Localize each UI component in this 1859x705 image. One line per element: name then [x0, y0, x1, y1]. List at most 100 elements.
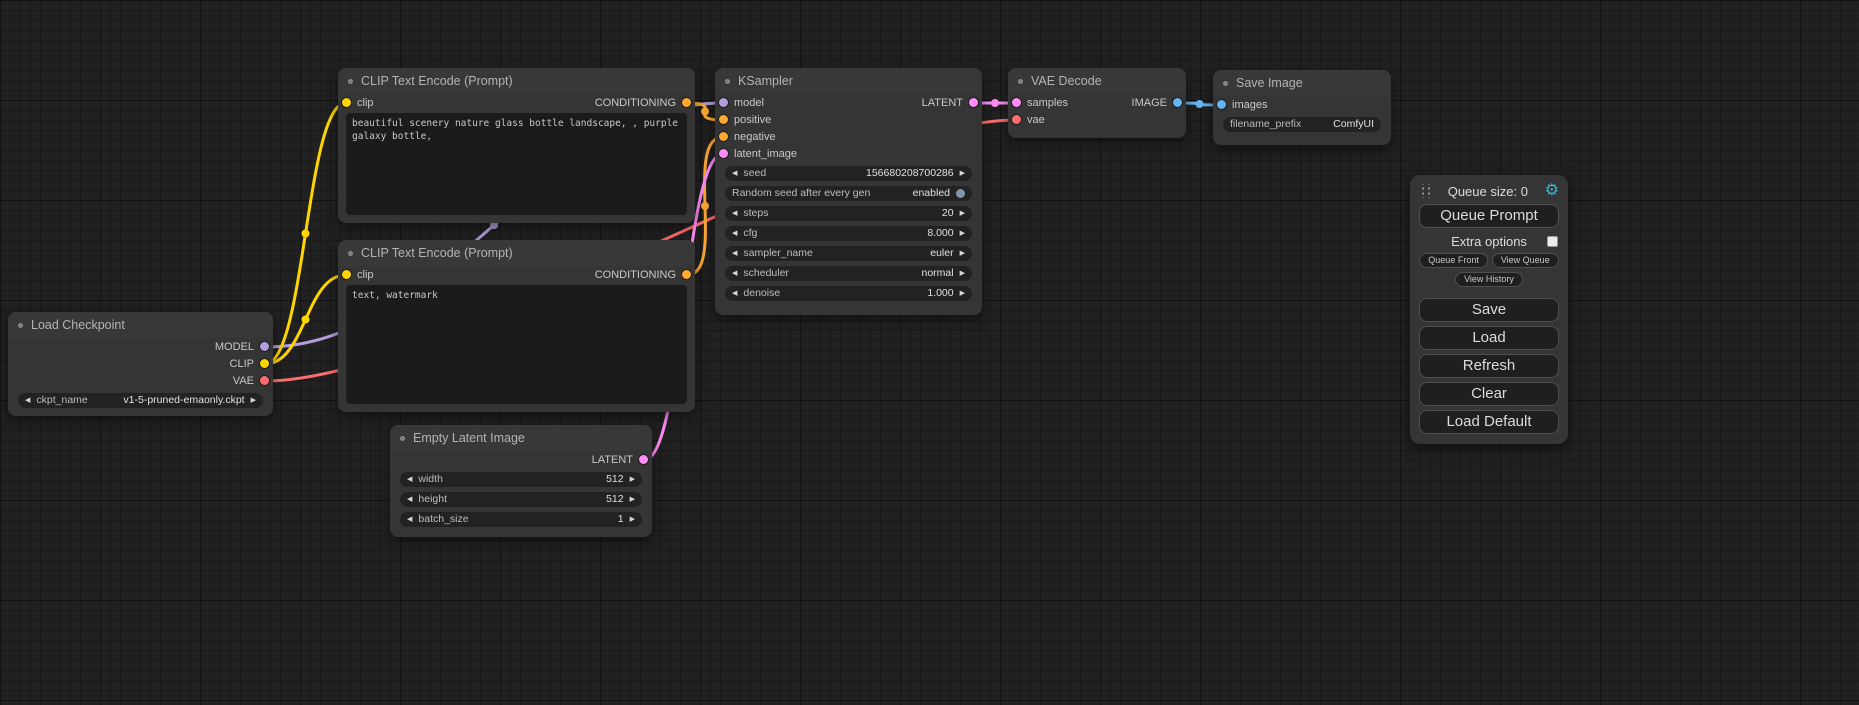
- decrement-arrow-icon[interactable]: ◀: [732, 206, 737, 221]
- clip-output-port[interactable]: [260, 359, 269, 368]
- width-widget[interactable]: ◀ width 512 ▶: [400, 472, 642, 487]
- increment-arrow-icon[interactable]: ▶: [630, 492, 635, 507]
- load-default-button[interactable]: Load Default: [1419, 410, 1559, 434]
- node-titlebar[interactable]: KSampler: [715, 68, 982, 94]
- conditioning-output-port[interactable]: [682, 270, 691, 279]
- decrement-arrow-icon[interactable]: ◀: [407, 512, 412, 527]
- link-wire[interactable]: [265, 275, 346, 364]
- extra-options-checkbox[interactable]: [1547, 236, 1558, 247]
- clear-button[interactable]: Clear: [1419, 382, 1559, 406]
- widget-value: 512: [606, 492, 624, 507]
- node-titlebar[interactable]: VAE Decode: [1008, 68, 1186, 94]
- settings-gear-icon[interactable]: ⚙: [1545, 183, 1559, 199]
- node-clip-text-encode-negative[interactable]: CLIP Text Encode (Prompt) clip CONDITION…: [338, 240, 695, 412]
- refresh-button[interactable]: Refresh: [1419, 354, 1559, 378]
- cfg-widget[interactable]: ◀ cfg 8.000 ▶: [725, 226, 972, 241]
- node-load-checkpoint[interactable]: Load Checkpoint MODEL CLIP VAE ◀ ckpt_na…: [8, 312, 273, 416]
- increment-arrow-icon[interactable]: ▶: [960, 286, 965, 301]
- collapse-dot-icon[interactable]: [1018, 79, 1023, 84]
- increment-arrow-icon[interactable]: ▶: [960, 246, 965, 261]
- widget-label: height: [418, 492, 447, 507]
- increment-arrow-icon[interactable]: ▶: [630, 472, 635, 487]
- steps-widget[interactable]: ◀ steps 20 ▶: [725, 206, 972, 221]
- collapse-dot-icon[interactable]: [400, 436, 405, 441]
- node-titlebar[interactable]: Load Checkpoint: [8, 312, 273, 338]
- node-titlebar[interactable]: CLIP Text Encode (Prompt): [338, 68, 695, 94]
- increment-arrow-icon[interactable]: ▶: [960, 226, 965, 241]
- latent-output-port[interactable]: [639, 455, 648, 464]
- batch-size-widget[interactable]: ◀ batch_size 1 ▶: [400, 512, 642, 527]
- decrement-arrow-icon[interactable]: ◀: [732, 166, 737, 181]
- positive-input-port[interactable]: [719, 115, 728, 124]
- denoise-widget[interactable]: ◀ denoise 1.000 ▶: [725, 286, 972, 301]
- seed-widget[interactable]: ◀ seed 156680208700286 ▶: [725, 166, 972, 181]
- decrement-arrow-icon[interactable]: ◀: [407, 492, 412, 507]
- clip-input-port[interactable]: [342, 270, 351, 279]
- decrement-arrow-icon[interactable]: ◀: [732, 266, 737, 281]
- port-label: images: [1232, 99, 1267, 111]
- model-output-port[interactable]: [260, 342, 269, 351]
- latent-output-port[interactable]: [969, 98, 978, 107]
- conditioning-output-port[interactable]: [682, 98, 691, 107]
- drag-handle-icon[interactable]: [1419, 184, 1431, 198]
- vae-input-port[interactable]: [1012, 115, 1021, 124]
- widget-value: enabled: [913, 186, 950, 201]
- increment-arrow-icon[interactable]: ▶: [960, 206, 965, 221]
- node-ksampler[interactable]: KSampler model LATENT positive negative …: [715, 68, 982, 315]
- node-graph-canvas[interactable]: Load Checkpoint MODEL CLIP VAE ◀ ckpt_na…: [0, 0, 1859, 705]
- collapse-dot-icon[interactable]: [348, 79, 353, 84]
- decrement-arrow-icon[interactable]: ◀: [732, 286, 737, 301]
- decrement-arrow-icon[interactable]: ◀: [25, 393, 30, 408]
- toggle-indicator-icon[interactable]: [956, 189, 965, 198]
- node-vae-decode[interactable]: VAE Decode samples IMAGE vae: [1008, 68, 1186, 138]
- load-button[interactable]: Load: [1419, 326, 1559, 350]
- decrement-arrow-icon[interactable]: ◀: [732, 226, 737, 241]
- random-seed-toggle-widget[interactable]: Random seed after every gen enabled: [725, 186, 972, 201]
- node-titlebar[interactable]: Save Image: [1213, 70, 1391, 96]
- height-widget[interactable]: ◀ height 512 ▶: [400, 492, 642, 507]
- queue-prompt-button[interactable]: Queue Prompt: [1419, 204, 1559, 228]
- negative-input-port[interactable]: [719, 132, 728, 141]
- decrement-arrow-icon[interactable]: ◀: [407, 472, 412, 487]
- collapse-dot-icon[interactable]: [1223, 81, 1228, 86]
- filename-prefix-widget[interactable]: filename_prefix ComfyUI: [1223, 117, 1381, 132]
- increment-arrow-icon[interactable]: ▶: [960, 266, 965, 281]
- images-input-port[interactable]: [1217, 100, 1226, 109]
- ckpt-name-widget[interactable]: ◀ ckpt_name v1-5-pruned-emaonly.ckpt ▶: [18, 393, 263, 408]
- decrement-arrow-icon[interactable]: ◀: [732, 246, 737, 261]
- save-button[interactable]: Save: [1419, 298, 1559, 322]
- increment-arrow-icon[interactable]: ▶: [630, 512, 635, 527]
- node-clip-text-encode-positive[interactable]: CLIP Text Encode (Prompt) clip CONDITION…: [338, 68, 695, 223]
- view-history-button[interactable]: View History: [1455, 272, 1523, 287]
- link-midpoint-dot[interactable]: [302, 315, 310, 323]
- queue-front-button[interactable]: Queue Front: [1419, 253, 1488, 268]
- widget-value: euler: [930, 246, 953, 261]
- widget-value: 1.000: [927, 286, 953, 301]
- clip-input-port[interactable]: [342, 98, 351, 107]
- link-midpoint-dot[interactable]: [1196, 100, 1204, 108]
- increment-arrow-icon[interactable]: ▶: [960, 166, 965, 181]
- link-midpoint-dot[interactable]: [302, 230, 310, 238]
- scheduler-widget[interactable]: ◀ scheduler normal ▶: [725, 266, 972, 281]
- view-queue-button[interactable]: View Queue: [1492, 253, 1559, 268]
- model-input-port[interactable]: [719, 98, 728, 107]
- image-output-port[interactable]: [1173, 98, 1182, 107]
- node-titlebar[interactable]: Empty Latent Image: [390, 425, 652, 451]
- node-titlebar[interactable]: CLIP Text Encode (Prompt): [338, 240, 695, 266]
- vae-output-port[interactable]: [260, 376, 269, 385]
- prompt-textarea[interactable]: text, watermark: [346, 285, 687, 404]
- link-midpoint-dot[interactable]: [701, 108, 709, 116]
- sampler-name-widget[interactable]: ◀ sampler_name euler ▶: [725, 246, 972, 261]
- increment-arrow-icon[interactable]: ▶: [251, 393, 256, 408]
- samples-input-port[interactable]: [1012, 98, 1021, 107]
- prompt-textarea[interactable]: beautiful scenery nature glass bottle la…: [346, 113, 687, 215]
- collapse-dot-icon[interactable]: [18, 323, 23, 328]
- link-midpoint-dot[interactable]: [701, 202, 709, 210]
- link-midpoint-dot[interactable]: [991, 99, 999, 107]
- latent-image-input-port[interactable]: [719, 149, 728, 158]
- node-empty-latent-image[interactable]: Empty Latent Image LATENT ◀ width 512 ▶ …: [390, 425, 652, 537]
- collapse-dot-icon[interactable]: [725, 79, 730, 84]
- link-wire[interactable]: [265, 103, 346, 364]
- collapse-dot-icon[interactable]: [348, 251, 353, 256]
- node-save-image[interactable]: Save Image images filename_prefix ComfyU…: [1213, 70, 1391, 145]
